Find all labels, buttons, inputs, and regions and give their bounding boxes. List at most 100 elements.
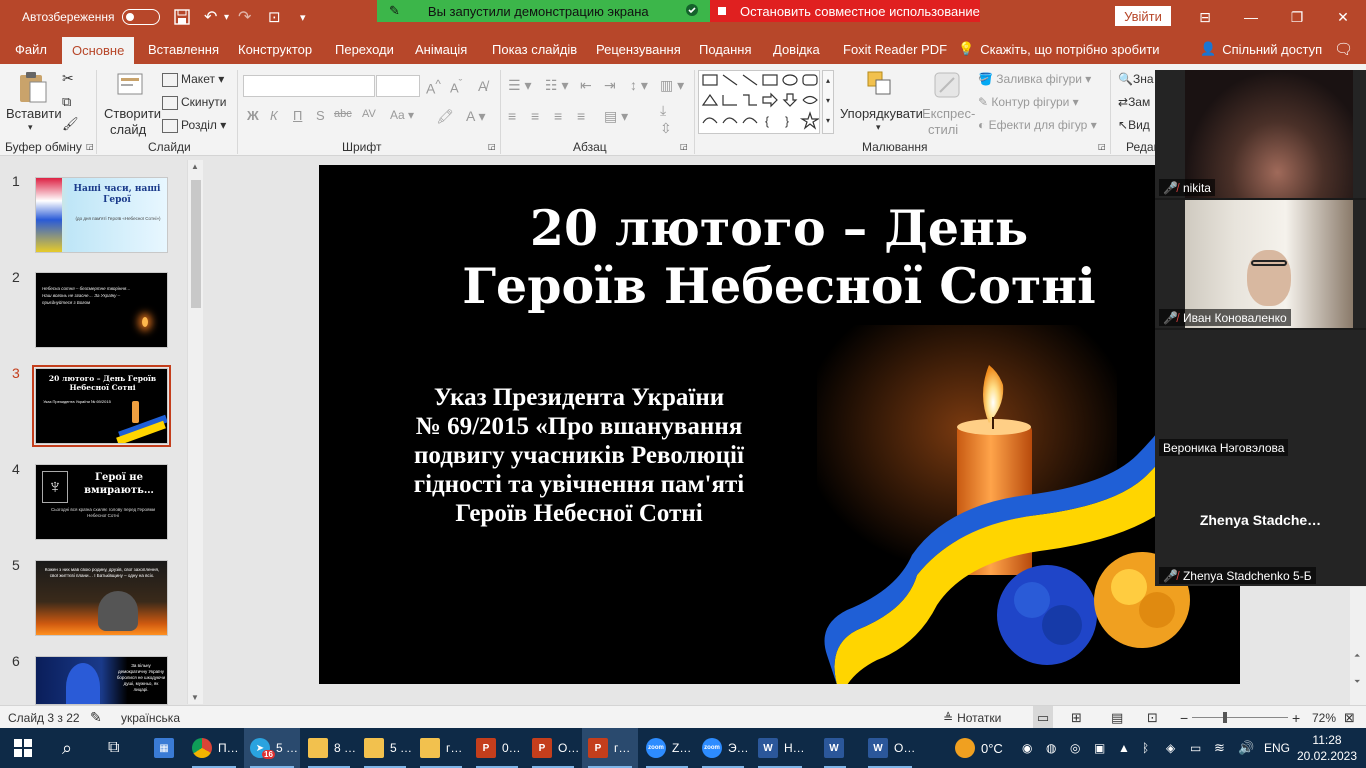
char-spacing-icon[interactable]: AV xyxy=(362,108,376,120)
paste-dropdown-icon[interactable]: ▾ xyxy=(28,122,33,133)
save-icon[interactable] xyxy=(174,0,190,34)
highlight-icon[interactable]: 🖍 xyxy=(436,108,454,125)
stop-share-button[interactable]: Остановить совместное использование xyxy=(710,0,980,22)
align-text-icon[interactable]: ⇳ xyxy=(660,120,672,137)
shadow-icon[interactable]: S xyxy=(316,108,325,123)
taskbar-app-chrome[interactable]: П… xyxy=(186,728,242,768)
undo-dropdown-icon[interactable]: ▾ xyxy=(224,0,229,34)
fit-to-window-icon[interactable]: ⊠ xyxy=(1344,706,1355,729)
font-color-icon[interactable]: A ▾ xyxy=(466,108,485,125)
tab-file[interactable]: Файл xyxy=(15,34,47,64)
paragraph-launcher-icon[interactable]: ◲ xyxy=(680,142,688,151)
taskbar-app-zoom[interactable]: zoom Z… xyxy=(640,728,694,768)
new-slide-label-2[interactable]: слайд xyxy=(110,122,146,137)
strikethrough-icon[interactable]: abc xyxy=(334,108,352,120)
slide-thumbnail-5[interactable]: Кожен з них мав свою родину, друзів, сво… xyxy=(35,560,168,636)
ribbon-display-options-icon[interactable]: ⊟ xyxy=(1182,0,1228,34)
align-left-icon[interactable]: ≡ xyxy=(508,108,516,124)
zoom-out-icon[interactable]: − xyxy=(1180,706,1188,729)
align-center-icon[interactable]: ≡ xyxy=(531,108,539,124)
shrink-font-icon[interactable]: Aˇ xyxy=(450,78,462,95)
language-indicator[interactable]: українська xyxy=(121,706,180,729)
autosave-toggle[interactable] xyxy=(122,0,160,34)
line-spacing-icon[interactable]: ↕ ▾ xyxy=(630,77,648,94)
tab-transitions[interactable]: Переходи xyxy=(335,34,394,64)
arrange-icon[interactable] xyxy=(864,70,894,103)
shape-fill-button[interactable]: 🪣 Заливка фігури ▾ xyxy=(978,72,1091,86)
drawing-launcher-icon[interactable]: ◲ xyxy=(1098,142,1106,151)
taskbar-app-powerpoint[interactable]: Pг… xyxy=(582,728,638,768)
clipboard-launcher-icon[interactable]: ◲ xyxy=(86,142,94,151)
customize-toolbar-icon[interactable]: ▾ xyxy=(300,0,306,34)
grow-font-icon[interactable]: A^ xyxy=(426,78,441,97)
scroll-down-icon[interactable]: ▼ xyxy=(191,693,199,702)
start-button[interactable] xyxy=(14,728,32,768)
weather-widget[interactable]: 0°C xyxy=(955,728,1003,768)
replace-button[interactable]: ⇄Зам xyxy=(1118,95,1150,109)
slide-sorter-icon[interactable]: ⊞ xyxy=(1071,706,1082,729)
share-button[interactable]: 👤 Спільний доступ xyxy=(1200,34,1322,64)
quick-styles-label-1[interactable]: Експрес- xyxy=(922,106,975,121)
bluetooth-icon[interactable]: ᛒ xyxy=(1142,728,1149,768)
arrange-dropdown-icon[interactable]: ▾ xyxy=(876,122,881,133)
taskbar-app-word[interactable]: W xyxy=(818,728,852,768)
search-icon[interactable]: ⌕ xyxy=(62,728,72,768)
tab-insert[interactable]: Вставлення xyxy=(148,34,219,64)
new-slide-icon[interactable] xyxy=(116,70,144,101)
tab-animations[interactable]: Анімація xyxy=(415,34,467,64)
task-view-icon[interactable]: ⧉ xyxy=(108,728,119,768)
decrease-indent-icon[interactable]: ⇤ xyxy=(580,77,592,94)
taskbar-app-zoom[interactable]: zoom Э… xyxy=(696,728,750,768)
tray-app-icon[interactable]: ◍ xyxy=(1046,728,1056,768)
tray-app-icon[interactable]: ▣ xyxy=(1094,728,1105,768)
cut-icon[interactable]: ✂ xyxy=(62,70,74,87)
font-size-input[interactable] xyxy=(376,75,420,97)
taskbar-app-folder[interactable]: 5 … xyxy=(358,728,412,768)
tab-slideshow[interactable]: Показ слайдів xyxy=(492,34,577,64)
taskbar-app-folder[interactable]: 8 … xyxy=(302,728,356,768)
normal-view-icon[interactable]: ▭ xyxy=(1033,706,1053,729)
tray-zoom-icon[interactable]: ◎ xyxy=(1070,728,1080,768)
zoom-level[interactable]: 72% xyxy=(1312,706,1336,729)
tab-foxit[interactable]: Foxit Reader PDF xyxy=(843,34,947,64)
next-slide-icon[interactable]: ⏷ xyxy=(1354,677,1360,687)
slide-thumbnail-3[interactable]: 20 лютого – День Героїв Небесної Сотні У… xyxy=(32,365,171,447)
wifi-icon[interactable]: ≋ xyxy=(1214,728,1225,768)
slideshow-view-icon[interactable]: ⊡ xyxy=(1147,706,1158,729)
columns-icon[interactable]: ▥ ▾ xyxy=(660,77,684,94)
italic-icon[interactable]: К xyxy=(270,108,278,123)
text-direction-icon[interactable]: ⤓ xyxy=(660,102,666,119)
slide-thumbnail-2[interactable]: Небесна сотня – безсмертне творіння… Наш… xyxy=(35,272,168,348)
slide-body-text[interactable]: Указ Президента України № 69/2015 «Про в… xyxy=(349,383,809,528)
participant-tile[interactable]: 🎤̸ nikita xyxy=(1155,70,1366,198)
thumbnail-scrollbar[interactable]: ▲ ▼ xyxy=(187,160,203,704)
undo-icon[interactable]: ↶ xyxy=(204,0,217,34)
shape-outline-button[interactable]: ✎ Контур фігури ▾ xyxy=(978,95,1079,109)
reset-button[interactable]: Скинути xyxy=(162,95,226,110)
volume-icon[interactable]: 🔊 xyxy=(1238,728,1254,768)
restore-button[interactable]: ❐ xyxy=(1274,0,1320,34)
bold-icon[interactable]: Ж xyxy=(247,108,259,123)
format-painter-icon[interactable]: 🖌 xyxy=(62,116,79,132)
taskbar-app-word[interactable]: W Н… xyxy=(752,728,808,768)
tray-app-icon[interactable]: ◉ xyxy=(1022,728,1032,768)
comments-icon[interactable]: 🗨 xyxy=(1334,34,1353,64)
align-right-icon[interactable]: ≡ xyxy=(554,108,562,124)
redo-icon[interactable]: ↷ xyxy=(238,0,251,34)
quick-styles-icon[interactable] xyxy=(932,70,962,103)
distributed-icon[interactable]: ▤ ▾ xyxy=(604,108,628,125)
font-name-input[interactable] xyxy=(243,75,375,97)
clock[interactable]: 11:28 20.02.2023 xyxy=(1296,728,1358,768)
sign-in-button[interactable]: Увійти xyxy=(1115,6,1171,26)
bullets-icon[interactable]: ☰ ▾ xyxy=(508,77,531,94)
spelling-check-icon[interactable]: ✎ xyxy=(90,706,102,729)
tab-design[interactable]: Конструктор xyxy=(238,34,312,64)
tray-app-icon[interactable]: ▲ xyxy=(1118,728,1130,768)
zoom-in-icon[interactable]: + xyxy=(1292,706,1300,729)
slide-scrollbar[interactable]: ⏶ ⏷ xyxy=(1350,587,1366,705)
slide-thumbnail-1[interactable]: Наші часи, наші Герої (до дня пам'яті Ге… xyxy=(35,177,168,253)
scrollbar-thumb[interactable] xyxy=(191,180,201,308)
previous-slide-icon[interactable]: ⏶ xyxy=(1354,651,1360,661)
slide-thumbnail-6[interactable]: За вільну демократичну Україну боролися … xyxy=(35,656,168,705)
shapes-gallery-scroll[interactable]: ▴ ▾ ▾ xyxy=(822,70,834,134)
